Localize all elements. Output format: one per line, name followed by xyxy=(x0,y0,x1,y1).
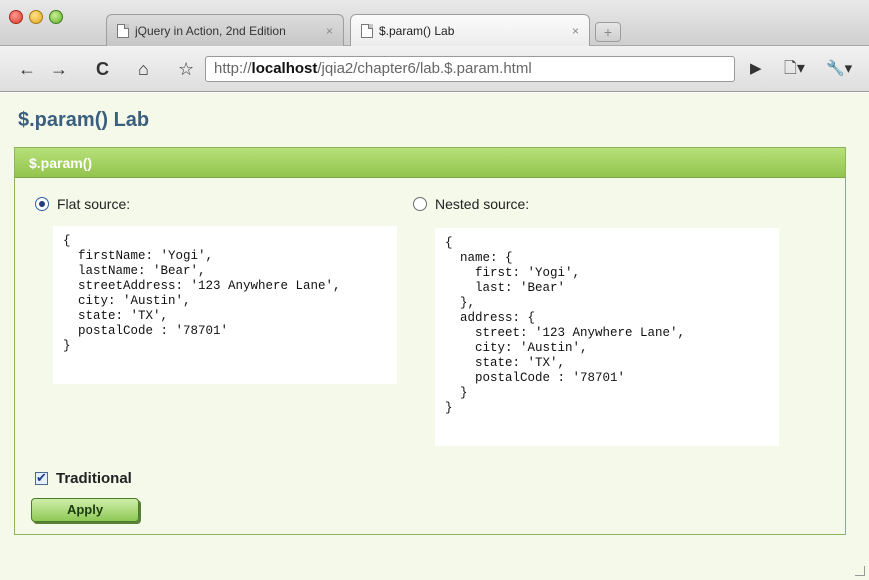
page-icon xyxy=(117,23,129,38)
traditional-checkbox[interactable] xyxy=(35,470,48,486)
forward-icon[interactable]: → xyxy=(50,58,68,80)
traditional-option[interactable]: Traditional xyxy=(35,470,132,487)
close-window-button[interactable] xyxy=(9,10,23,24)
flat-source-radio[interactable] xyxy=(35,197,49,211)
tab-close-icon[interactable]: × xyxy=(572,24,579,38)
window-titlebar: jQuery in Action, 2nd Edition × $.param(… xyxy=(0,0,869,47)
tab-title: jQuery in Action, 2nd Edition xyxy=(135,23,286,38)
tab-param-lab[interactable]: $.param() Lab × xyxy=(350,14,590,47)
nested-source-option[interactable]: Nested source: xyxy=(413,196,529,212)
flat-source-label: Flat source: xyxy=(57,196,131,212)
tab-close-icon[interactable]: × xyxy=(326,24,333,38)
zoom-window-button[interactable] xyxy=(49,10,63,24)
go-icon[interactable]: ▶ xyxy=(750,58,762,80)
module-header: $.param() xyxy=(15,148,845,178)
bookmark-star-icon[interactable]: ☆ xyxy=(178,58,194,80)
reload-icon[interactable]: C xyxy=(96,58,109,80)
page-title: $.param() Lab xyxy=(18,109,150,131)
nested-source-code: { name: { first: 'Yogi', last: 'Bear' },… xyxy=(435,228,779,446)
browser-toolbar: ← → C ⌂ ☆ http://localhost/jqia2/chapter… xyxy=(0,46,869,92)
apply-button[interactable]: Apply xyxy=(31,498,139,522)
back-icon[interactable]: ← xyxy=(18,58,36,80)
page-icon xyxy=(361,24,373,38)
new-tab-button[interactable]: + xyxy=(595,22,621,42)
url-path: /jqia2/chapter6/lab.$.param.html xyxy=(317,60,532,77)
resize-grip[interactable] xyxy=(855,566,865,576)
nested-source-radio[interactable] xyxy=(413,197,427,211)
flat-source-code: { firstName: 'Yogi', lastName: 'Bear', s… xyxy=(53,226,397,384)
address-bar[interactable]: http://localhost/jqia2/chapter6/lab.$.pa… xyxy=(205,56,735,82)
param-module: $.param() Flat source: Nested source: { … xyxy=(14,147,846,535)
home-icon[interactable]: ⌂ xyxy=(138,58,149,80)
wrench-menu-icon[interactable]: 🔧▾ xyxy=(826,58,852,80)
tab-title: $.param() Lab xyxy=(379,24,455,38)
page-menu-icon[interactable]: 🗋▾ xyxy=(784,58,805,80)
traditional-label: Traditional xyxy=(56,470,132,487)
url-scheme: http:// xyxy=(214,60,252,77)
flat-source-option[interactable]: Flat source: xyxy=(35,196,130,212)
url-host: localhost xyxy=(251,60,318,77)
page-content: $.param() Lab $.param() Flat source: Nes… xyxy=(0,93,869,580)
tab-jquery-in-action[interactable]: jQuery in Action, 2nd Edition × xyxy=(106,14,344,46)
nested-source-label: Nested source: xyxy=(435,196,530,212)
minimize-window-button[interactable] xyxy=(29,10,43,24)
